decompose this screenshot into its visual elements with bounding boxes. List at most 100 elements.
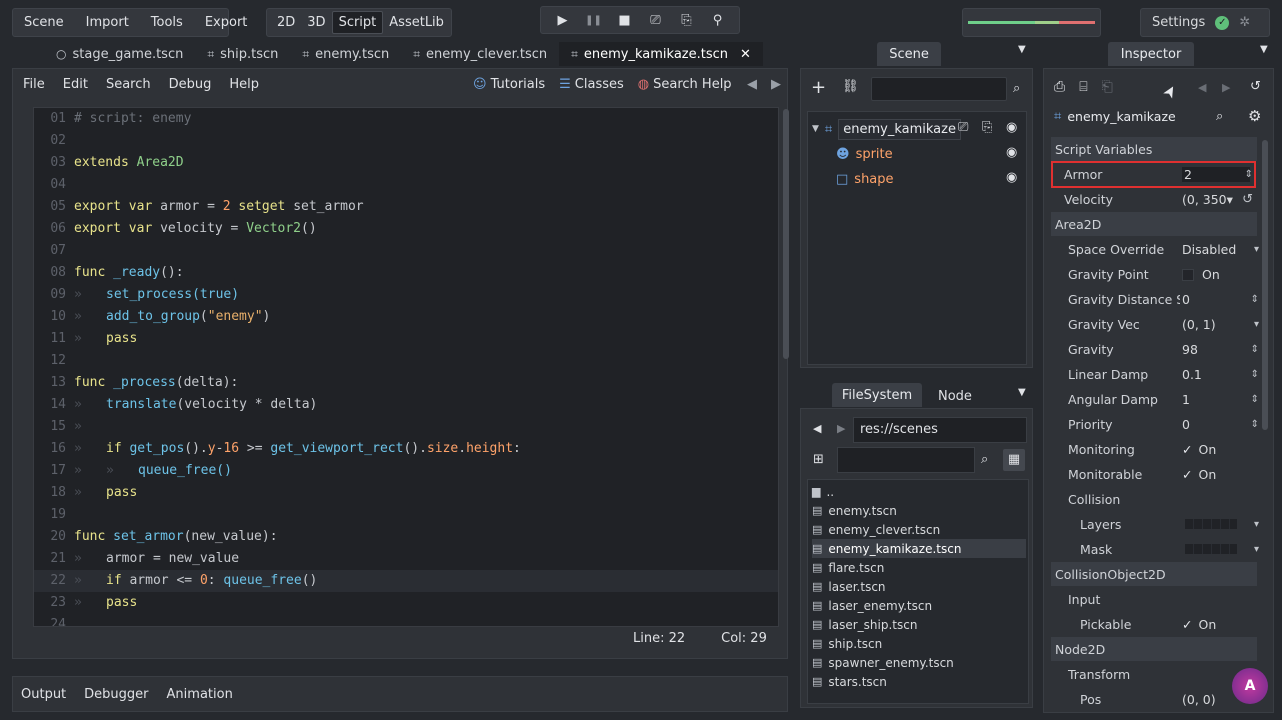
prop-velocity[interactable]: Velocity (0, 350▾ ↺	[1051, 188, 1253, 210]
mode-assetlib[interactable]: AssetLib	[383, 12, 450, 33]
prop-collision-group[interactable]: Collision	[1055, 488, 1255, 510]
tab-enemy[interactable]: ⌗ enemy.tscn	[290, 42, 401, 66]
section-node2d[interactable]: Node2D	[1051, 637, 1257, 661]
file-item[interactable]: ▆..	[812, 482, 1026, 501]
node-tab[interactable]: Node	[938, 389, 972, 404]
script-menu-edit[interactable]: Edit	[63, 77, 88, 92]
file-item[interactable]: ▤ stars.tscn	[812, 672, 1026, 691]
prop-gravity-point[interactable]: Gravity Point On	[1055, 263, 1255, 285]
check-icon[interactable]: ✓	[1182, 467, 1192, 482]
prop-input-group[interactable]: Input	[1055, 588, 1255, 610]
edited-object[interactable]: ⌗ enemy_kamikaze	[1054, 109, 1176, 124]
file-item[interactable]: ▤ enemy_clever.tscn	[812, 520, 1026, 539]
prop-transform-group[interactable]: Transform	[1055, 663, 1255, 685]
scene-dock-tab[interactable]: Scene	[877, 42, 941, 66]
prop-gravity-vec[interactable]: Gravity Vec (0, 1) ▾	[1055, 313, 1259, 335]
filesystem-tab[interactable]: FileSystem	[832, 383, 922, 407]
prop-space-override[interactable]: Space Override Disabled ▾	[1055, 238, 1259, 260]
visibility-eye-icon[interactable]: ◉	[1006, 170, 1017, 185]
visibility-eye-icon[interactable]: ◉	[1006, 120, 1017, 135]
file-item[interactable]: ▤ laser.tscn	[812, 577, 1026, 596]
history-icon[interactable]: ↺	[1250, 79, 1261, 94]
check-icon[interactable]: ✓	[1182, 442, 1192, 457]
back-icon[interactable]: ◀	[813, 422, 821, 435]
prop-gravity[interactable]: Gravity 98 ⇕	[1055, 338, 1259, 360]
prop-angular-damp[interactable]: Angular Damp 1 ⇕	[1055, 388, 1259, 410]
script-menu-search[interactable]: Search	[106, 77, 151, 92]
tab-enemy-clever[interactable]: ⌗ enemy_clever.tscn	[401, 42, 559, 66]
output-tab[interactable]: Output	[21, 687, 66, 702]
remote-debug-icon[interactable]: ⚲	[707, 13, 729, 28]
inspector-scrollbar[interactable]	[1262, 140, 1268, 430]
mask-grid[interactable]	[1185, 543, 1237, 554]
close-icon[interactable]: ✕	[740, 47, 751, 62]
tree-mode-icon[interactable]: ⊞	[813, 452, 824, 467]
settings-button[interactable]: Settings ✓ ✲	[1140, 8, 1270, 37]
prop-monitorable[interactable]: Monitorable ✓ On	[1055, 463, 1255, 485]
tab-stage-game[interactable]: ○ stage_game.tscn	[44, 42, 195, 66]
dock-menu-icon[interactable]: ▼	[1018, 387, 1026, 398]
script-icon[interactable]: ⎘	[982, 120, 992, 135]
section-collision-object2d[interactable]: CollisionObject2D	[1051, 562, 1257, 586]
prop-layers[interactable]: Layers ▾	[1055, 513, 1259, 535]
menu-export[interactable]: Export	[194, 15, 259, 30]
play-custom-icon[interactable]: ⎘	[676, 13, 698, 28]
prop-pos[interactable]: Pos (0, 0)	[1055, 688, 1255, 710]
section-script-variables[interactable]: Script Variables	[1051, 137, 1257, 161]
path-input[interactable]: res://scenes	[853, 417, 1027, 443]
mode-script[interactable]: Script	[331, 11, 384, 34]
file-item[interactable]: ▤ laser_enemy.tscn	[812, 596, 1026, 615]
file-item[interactable]: ▤ flare.tscn	[812, 558, 1026, 577]
prop-mask[interactable]: Mask ▾	[1055, 538, 1259, 560]
tree-node-sprite[interactable]: ☻ sprite	[836, 143, 893, 165]
classes-button[interactable]: ☰ Classes	[559, 77, 624, 92]
visibility-eye-icon[interactable]: ◉	[1006, 145, 1017, 160]
prev-object-icon[interactable]: ◀	[1198, 81, 1206, 94]
prop-monitoring[interactable]: Monitoring ✓ On	[1055, 438, 1255, 460]
add-node-icon[interactable]: +	[811, 79, 826, 97]
file-item[interactable]: ▤ spawner_enemy.tscn	[812, 653, 1026, 672]
new-resource-icon[interactable]: ⎙	[1054, 79, 1065, 95]
file-item[interactable]: ▤ laser_ship.tscn	[812, 615, 1026, 634]
tutorials-button[interactable]: ☺ Tutorials	[473, 77, 545, 92]
file-item[interactable]: ▤ ship.tscn	[812, 634, 1026, 653]
code-editor[interactable]: 01 # script: enemy 02 03 extends Area2D 04…	[33, 107, 779, 627]
file-filter-input[interactable]	[837, 447, 975, 473]
file-item-selected[interactable]: ▤ enemy_kamikaze.tscn	[812, 539, 1026, 558]
prop-gravity-distance[interactable]: Gravity Distance Sc 0 ⇕	[1055, 288, 1259, 310]
forward-icon[interactable]: ▶	[837, 422, 845, 435]
scene-filter-input[interactable]	[871, 77, 1007, 101]
tab-enemy-kamikaze[interactable]: ⌗ enemy_kamikaze.tscn ✕	[559, 42, 763, 66]
next-script-icon[interactable]: ▶	[771, 77, 781, 92]
mode-3d[interactable]: 3D	[301, 12, 331, 33]
script-menu-help[interactable]: Help	[229, 77, 259, 92]
menu-scene[interactable]: Scene	[13, 15, 75, 30]
prop-linear-damp[interactable]: Linear Damp 0.1 ⇕	[1055, 363, 1259, 385]
save-resource-icon[interactable]: ⎗	[1102, 79, 1113, 95]
mode-2d[interactable]: 2D	[271, 12, 301, 33]
pause-icon[interactable]: ❚❚	[583, 15, 605, 26]
file-item[interactable]: ▤ enemy.tscn	[812, 501, 1026, 520]
menu-tools[interactable]: Tools	[140, 15, 194, 30]
prev-script-icon[interactable]: ◀	[747, 77, 757, 92]
layer-grid[interactable]	[1185, 518, 1237, 529]
grid-view-icon[interactable]: ▦	[1003, 449, 1025, 471]
debugger-tab[interactable]: Debugger	[84, 687, 148, 702]
next-object-icon[interactable]: ▶	[1222, 81, 1230, 94]
prop-pickable[interactable]: Pickable ✓ On	[1055, 613, 1255, 635]
open-resource-icon[interactable]: ⌸	[1079, 79, 1087, 95]
checkbox-off[interactable]	[1182, 269, 1194, 281]
gear-icon[interactable]: ⚙	[1248, 107, 1261, 125]
instance-icon[interactable]: ⎚	[958, 120, 968, 135]
animation-tab[interactable]: Animation	[167, 687, 233, 702]
tree-node-shape[interactable]: □ shape	[836, 168, 894, 190]
tab-ship[interactable]: ⌗ ship.tscn	[195, 42, 290, 66]
search-help-button[interactable]: ◍ Search Help	[638, 77, 732, 92]
dock-menu-icon[interactable]: ▼	[1018, 44, 1026, 55]
search-icon[interactable]: ⌕	[1216, 109, 1223, 124]
inspector-tab[interactable]: Inspector	[1108, 42, 1194, 66]
link-icon[interactable]: ⛓	[842, 79, 859, 97]
play-icon[interactable]: ▶	[552, 13, 574, 28]
prop-priority[interactable]: Priority 0 ⇕	[1055, 413, 1259, 435]
script-menu-file[interactable]: File	[23, 77, 45, 92]
